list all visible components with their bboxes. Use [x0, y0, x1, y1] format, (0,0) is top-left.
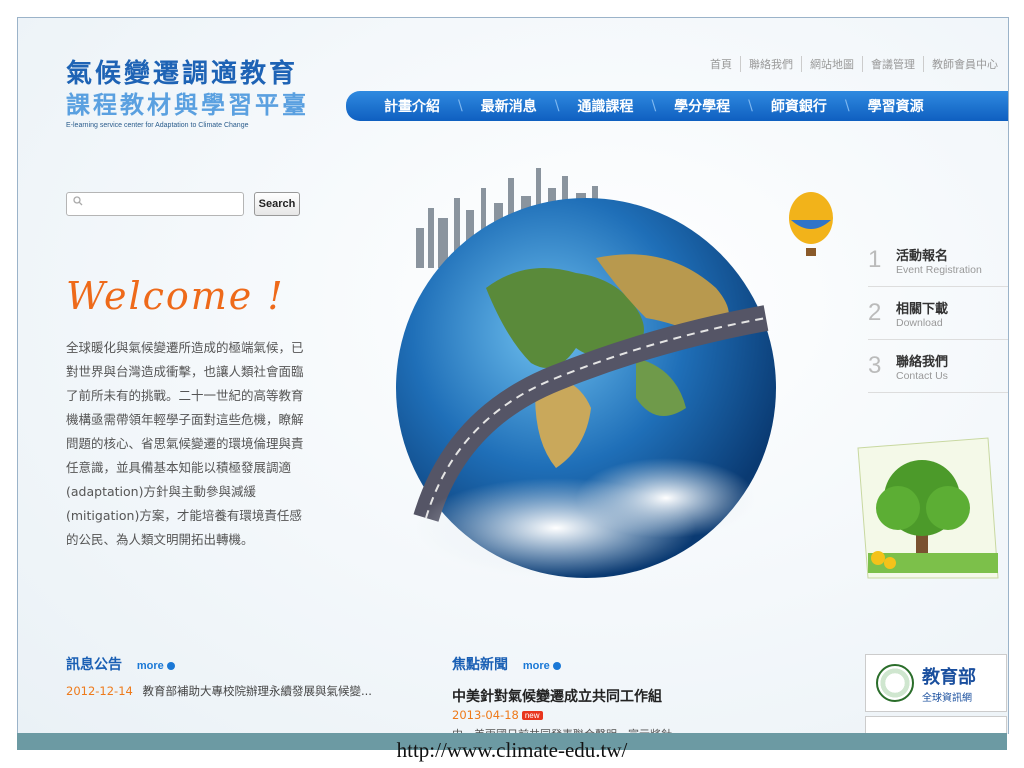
quick-menu-number: 2	[868, 299, 882, 326]
nav-item-news[interactable]: 最新消息	[463, 96, 555, 116]
top-link-meeting[interactable]: 會議管理	[862, 56, 923, 72]
welcome-heading: Welcome !	[66, 274, 285, 318]
moe-seal-icon	[876, 664, 914, 702]
tree-illustration	[857, 437, 999, 579]
more-label: more	[522, 660, 550, 672]
quick-menu-title: 相關下載	[896, 301, 949, 317]
quick-menu-download[interactable]: 2 相關下載 Download	[868, 287, 1008, 340]
moe-name: 教育部	[922, 666, 976, 688]
top-links: 首頁 聯絡我們 網站地圖 會議管理 教師會員中心	[702, 56, 1006, 72]
arrow-circle-icon	[166, 662, 175, 671]
nav-item-plan[interactable]: 計畫介紹	[366, 96, 458, 116]
footer-url[interactable]: http://www.climate-edu.tw/	[0, 738, 1024, 763]
focus-news-more-link[interactable]: more	[523, 660, 561, 672]
announcements-title: 訊息公告	[66, 657, 122, 673]
announcements-heading: 訊息公告 more	[66, 654, 175, 674]
logo-subtitle: 課程教材與學習平臺	[66, 90, 309, 119]
quick-menu: 1 活動報名 Event Registration 2 相關下載 Downloa…	[868, 234, 1008, 393]
more-label: more	[136, 660, 164, 672]
moe-banner[interactable]: 教育部 全球資訊網	[865, 654, 1007, 712]
main-nav: 計畫介紹 \ 最新消息 \ 通識課程 \ 學分學程 \ 師資銀行 \ 學習資源	[346, 91, 1008, 121]
intro-text: 全球暖化與氣候變遷所造成的極端氣候，已對世界與台灣造成衝擊，也讓人類社會面臨了前…	[66, 340, 304, 547]
page: 氣候變遷調適教育 課程教材與學習平臺 E-learning service ce…	[18, 18, 1008, 734]
top-link-contact[interactable]: 聯絡我們	[740, 56, 801, 72]
nav-item-courses[interactable]: 通識課程	[559, 96, 651, 116]
partner-banner-2[interactable]	[865, 716, 1007, 734]
search-icon	[73, 196, 83, 206]
quick-menu-subtitle: Download	[896, 316, 943, 329]
search-input[interactable]	[89, 195, 241, 213]
quick-menu-number: 3	[868, 352, 882, 379]
focus-news-headline[interactable]: 中美針對氣候變遷成立共同工作組	[452, 686, 662, 706]
browser-frame: 氣候變遷調適教育 課程教材與學習平臺 E-learning service ce…	[17, 17, 1009, 734]
top-link-home[interactable]: 首頁	[702, 56, 740, 72]
new-badge: new	[521, 711, 543, 720]
announcement-date: 2012-12-14	[66, 684, 133, 698]
announcement-text: 教育部補助大專校院辦理永續發展與氣候變...	[142, 684, 372, 698]
nav-item-programs[interactable]: 學分學程	[656, 96, 748, 116]
logo-english: E-learning service center for Adaptation…	[66, 122, 249, 129]
top-link-sitemap[interactable]: 網站地圖	[801, 56, 862, 72]
logo-title: 氣候變遷調適教育	[66, 59, 299, 89]
top-link-teacher-center[interactable]: 教師會員中心	[923, 56, 1006, 72]
quick-menu-title: 聯絡我們	[896, 354, 949, 370]
arrow-circle-icon	[552, 662, 561, 671]
globe-illustration	[396, 168, 833, 578]
search-button[interactable]: Search	[254, 192, 300, 216]
focus-news-date-row: 2013-04-18 new	[452, 708, 543, 722]
moe-subtitle: 全球資訊網	[922, 692, 972, 704]
focus-news-date: 2013-04-18	[452, 708, 519, 722]
focus-news-title-label: 焦點新聞	[452, 657, 508, 673]
announcement-item[interactable]: 2012-12-14 教育部補助大專校院辦理永續發展與氣候變...	[66, 683, 372, 699]
quick-menu-contact[interactable]: 3 聯絡我們 Contact Us	[868, 340, 1008, 393]
search-box	[66, 192, 244, 216]
nav-item-teachers[interactable]: 師資銀行	[753, 96, 845, 116]
site-logo[interactable]: 氣候變遷調適教育 課程教材與學習平臺 E-learning service ce…	[66, 58, 309, 129]
quick-menu-subtitle: Contact Us	[896, 369, 948, 382]
quick-menu-number: 1	[868, 246, 882, 273]
focus-news-heading: 焦點新聞 more	[452, 654, 561, 674]
quick-menu-subtitle: Event Registration	[896, 263, 982, 276]
balloon	[789, 192, 833, 256]
quick-menu-event-registration[interactable]: 1 活動報名 Event Registration	[868, 234, 1008, 287]
announcements-more-link[interactable]: more	[137, 660, 175, 672]
nav-item-resources[interactable]: 學習資源	[850, 96, 942, 116]
quick-menu-title: 活動報名	[896, 248, 949, 264]
